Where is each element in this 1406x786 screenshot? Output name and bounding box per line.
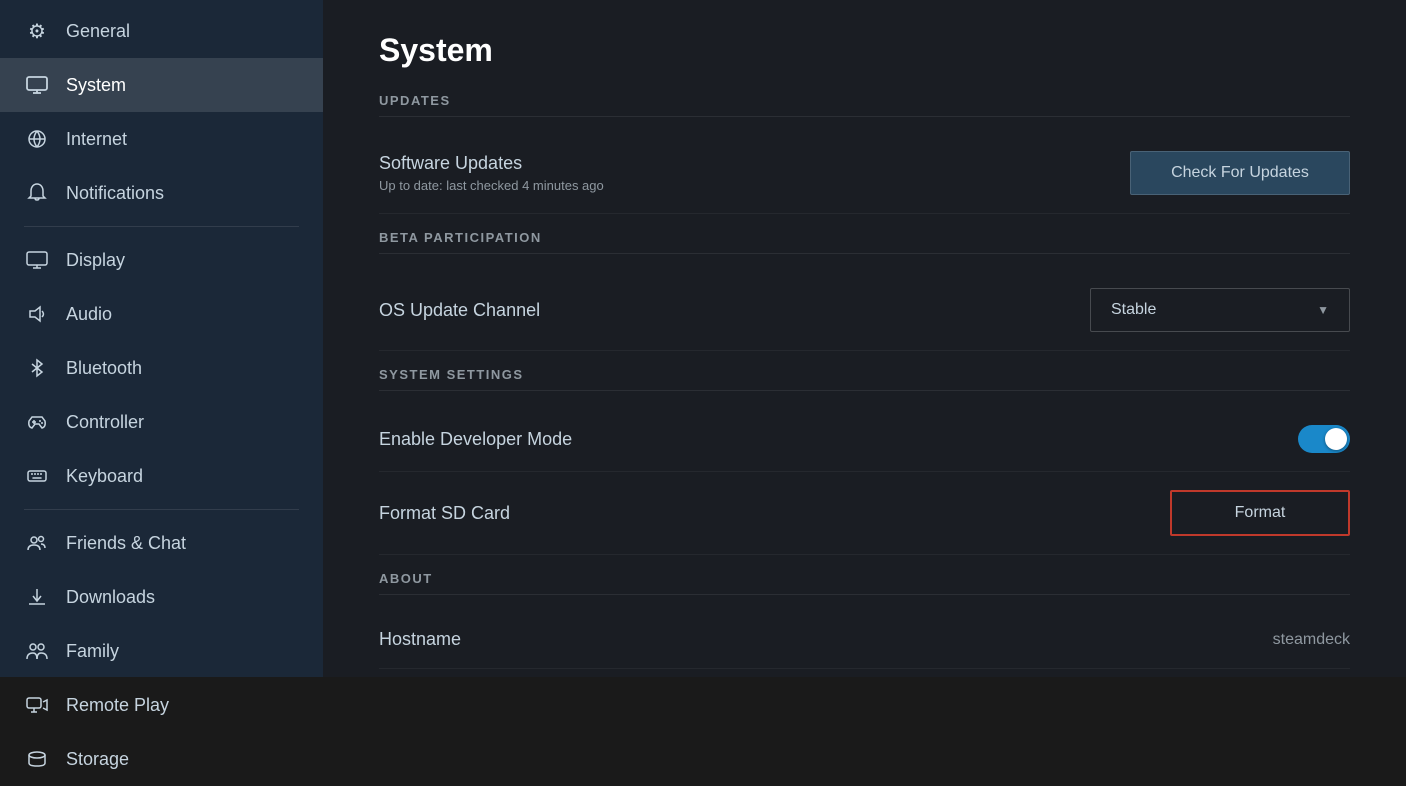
sidebar-item-label: Controller (66, 412, 144, 433)
bluetooth-icon (24, 355, 50, 381)
section-header-about: ABOUT (379, 571, 1350, 595)
general-icon: ⚙ (24, 18, 50, 44)
sidebar-item-friends-chat[interactable]: Friends & Chat (0, 516, 323, 570)
system-icon (24, 72, 50, 98)
sidebar-item-label: Internet (66, 129, 127, 150)
format-button[interactable]: Format (1170, 490, 1350, 536)
sidebar-item-label: Keyboard (66, 466, 143, 487)
sidebar-item-label: Remote Play (66, 695, 169, 716)
sidebar-item-downloads[interactable]: Downloads (0, 570, 323, 624)
sidebar-item-label: General (66, 21, 130, 42)
hostname-row: Hostname steamdeck (379, 611, 1350, 669)
family-icon (24, 638, 50, 664)
os-update-channel-dropdown[interactable]: Stable ▼ (1090, 288, 1350, 332)
sidebar-item-label: Display (66, 250, 125, 271)
hostname-label: Hostname (379, 629, 461, 650)
sidebar-item-bluetooth[interactable]: Bluetooth (0, 341, 323, 395)
software-updates-label: Software Updates (379, 153, 604, 174)
check-for-updates-button[interactable]: Check For Updates (1130, 151, 1350, 195)
sidebar-item-family[interactable]: Family (0, 624, 323, 678)
os-update-channel-row: OS Update Channel Stable ▼ (379, 270, 1350, 351)
downloads-icon (24, 584, 50, 610)
main-content: System UPDATES Software Updates Up to da… (323, 0, 1406, 677)
section-header-system-settings: SYSTEM SETTINGS (379, 367, 1350, 391)
sidebar-item-notifications[interactable]: Notifications (0, 166, 323, 220)
sidebar-item-audio[interactable]: Audio (0, 287, 323, 341)
sidebar-divider-2 (24, 509, 299, 510)
developer-mode-toggle[interactable] (1298, 425, 1350, 453)
format-sd-card-label: Format SD Card (379, 503, 510, 524)
remote-play-icon (24, 692, 50, 718)
sidebar-item-general[interactable]: ⚙ General (0, 4, 323, 58)
format-sd-card-row: Format SD Card Format (379, 472, 1350, 555)
sidebar-divider-1 (24, 226, 299, 227)
sidebar-item-label: Friends & Chat (66, 533, 186, 554)
keyboard-icon (24, 463, 50, 489)
sidebar-item-system[interactable]: System (0, 58, 323, 112)
sidebar-item-controller[interactable]: Controller (0, 395, 323, 449)
sidebar-item-label: Audio (66, 304, 112, 325)
software-updates-row: Software Updates Up to date: last checke… (379, 133, 1350, 214)
internet-icon (24, 126, 50, 152)
sidebar-item-label: Downloads (66, 587, 155, 608)
controller-icon (24, 409, 50, 435)
section-header-updates: UPDATES (379, 93, 1350, 117)
sidebar-item-label: Family (66, 641, 119, 662)
os-update-channel-label: OS Update Channel (379, 300, 540, 321)
display-icon (24, 247, 50, 273)
toggle-thumb (1325, 428, 1347, 450)
sidebar-item-label: Storage (66, 749, 129, 770)
sidebar-item-keyboard[interactable]: Keyboard (0, 449, 323, 503)
hostname-value: steamdeck (1273, 631, 1350, 649)
notifications-icon (24, 180, 50, 206)
audio-icon (24, 301, 50, 327)
sidebar-item-remote-play[interactable]: Remote Play (0, 678, 323, 732)
chevron-down-icon: ▼ (1317, 303, 1329, 317)
dropdown-value: Stable (1111, 301, 1156, 319)
sidebar-item-display[interactable]: Display (0, 233, 323, 287)
sidebar: ⚙ General System Internet (0, 0, 323, 677)
page-title: System (379, 32, 1350, 69)
software-updates-left: Software Updates Up to date: last checke… (379, 153, 604, 193)
sidebar-item-label: Bluetooth (66, 358, 142, 379)
developer-mode-row: Enable Developer Mode (379, 407, 1350, 472)
software-updates-sublabel: Up to date: last checked 4 minutes ago (379, 178, 604, 193)
storage-icon (24, 746, 50, 772)
section-header-beta: BETA PARTICIPATION (379, 230, 1350, 254)
developer-mode-label: Enable Developer Mode (379, 429, 572, 450)
sidebar-item-storage[interactable]: Storage (0, 732, 323, 786)
sidebar-item-label: System (66, 75, 126, 96)
sidebar-item-label: Notifications (66, 183, 164, 204)
friends-icon (24, 530, 50, 556)
sidebar-item-internet[interactable]: Internet (0, 112, 323, 166)
